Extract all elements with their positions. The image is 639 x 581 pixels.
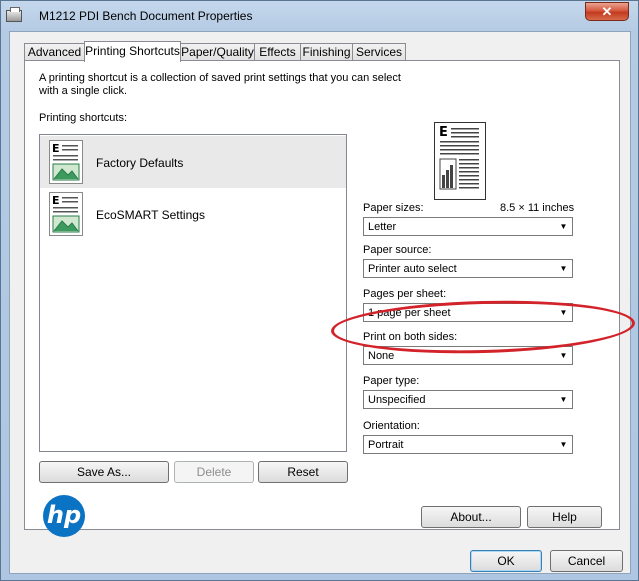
shortcut-name: EcoSMART Settings [96, 208, 205, 222]
paper-sizes-value: Letter [368, 221, 397, 233]
tab-advanced[interactable]: Advanced [24, 43, 85, 61]
delete-button[interactable]: Delete [174, 461, 254, 483]
tab-effects[interactable]: Effects [254, 43, 301, 61]
orientation-label: Orientation: [363, 420, 420, 432]
orientation-select[interactable]: Portrait ▼ [363, 435, 573, 454]
shortcuts-list[interactable]: E Factory Defaults E EcoSMART Settings [39, 134, 347, 452]
orientation-value: Portrait [368, 439, 404, 451]
page-preview-icon: E [434, 122, 486, 200]
help-button[interactable]: Help [527, 506, 602, 528]
paper-source-label: Paper source: [363, 244, 432, 256]
shortcuts-description: A printing shortcut is a collection of s… [39, 72, 401, 97]
svg-text:E: E [439, 125, 448, 140]
pages-per-sheet-value: 1 page per sheet [368, 307, 451, 319]
document-image-icon: E [49, 140, 83, 184]
shortcut-ecosmart-settings[interactable]: E EcoSMART Settings [40, 188, 346, 240]
paper-dimensions: 8.5 × 11 inches [500, 202, 575, 214]
reset-button[interactable]: Reset [258, 461, 348, 483]
print-both-sides-label: Print on both sides: [363, 331, 458, 343]
title-bar[interactable]: M1212 PDI Bench Document Properties ✕ [1, 1, 638, 31]
cancel-button[interactable]: Cancel [550, 550, 623, 572]
document-image-icon: E [49, 192, 83, 236]
ok-button[interactable]: OK [470, 550, 542, 572]
chevron-down-icon: ▼ [559, 440, 568, 449]
shortcut-name: Factory Defaults [96, 156, 184, 170]
svg-text:E: E [52, 142, 60, 155]
paper-type-select[interactable]: Unspecified ▼ [363, 390, 573, 409]
about-button[interactable]: About... [421, 506, 521, 528]
svg-text:E: E [52, 194, 60, 207]
paper-sizes-label: Paper sizes: [363, 202, 424, 214]
shortcut-factory-defaults[interactable]: E Factory Defaults [40, 136, 346, 188]
tab-services[interactable]: Services [352, 43, 406, 61]
paper-source-value: Printer auto select [368, 263, 457, 275]
window-title: M1212 PDI Bench Document Properties [39, 9, 253, 23]
print-both-sides-value: None [368, 350, 395, 362]
paper-source-select[interactable]: Printer auto select ▼ [363, 259, 573, 278]
hp-logo: hp [43, 495, 85, 537]
paper-type-value: Unspecified [368, 394, 426, 406]
chevron-down-icon: ▼ [559, 308, 568, 317]
tab-finishing[interactable]: Finishing [300, 43, 353, 61]
dialog-client: Advanced Printing Shortcuts Paper/Qualit… [9, 31, 636, 574]
document-properties-window: M1212 PDI Bench Document Properties ✕ Ad… [0, 0, 639, 581]
pages-per-sheet-select[interactable]: 1 page per sheet ▼ [363, 303, 573, 322]
chevron-down-icon: ▼ [559, 264, 568, 273]
pages-per-sheet-label: Pages per sheet: [363, 288, 447, 300]
paper-type-label: Paper type: [363, 375, 420, 387]
tab-printing-shortcuts[interactable]: Printing Shortcuts [84, 41, 181, 62]
chevron-down-icon: ▼ [559, 351, 568, 360]
chevron-down-icon: ▼ [559, 222, 568, 231]
shortcuts-list-label: Printing shortcuts: [39, 112, 128, 124]
tab-paper-quality[interactable]: Paper/Quality [180, 43, 255, 61]
paper-sizes-select[interactable]: Letter ▼ [363, 217, 573, 236]
save-as-button[interactable]: Save As... [39, 461, 169, 483]
print-both-sides-select[interactable]: None ▼ [363, 346, 573, 365]
printer-icon [6, 7, 22, 22]
chevron-down-icon: ▼ [559, 395, 568, 404]
close-button[interactable]: ✕ [585, 2, 629, 21]
printing-shortcuts-panel: A printing shortcut is a collection of s… [24, 60, 636, 530]
